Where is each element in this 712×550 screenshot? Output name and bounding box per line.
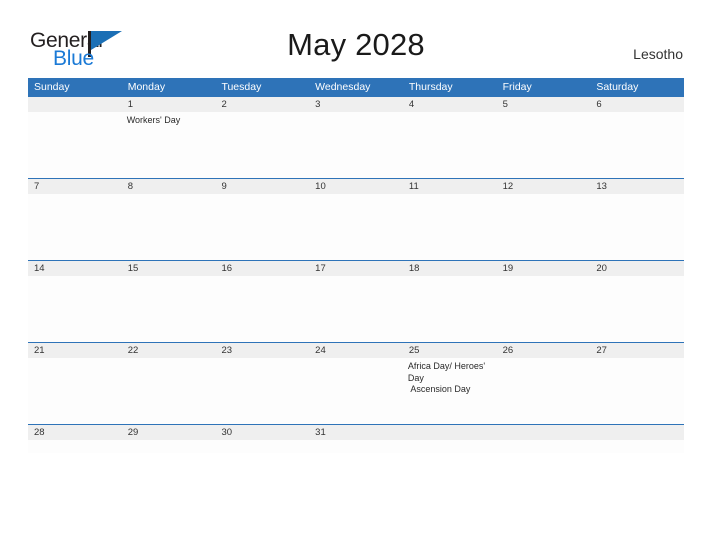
day-number: 10 <box>309 179 403 194</box>
country-label: Lesotho <box>633 46 683 62</box>
calendar-day-cell[interactable]: 21 <box>28 343 122 424</box>
day-number: 29 <box>121 425 216 440</box>
page-header: General Blue May 2028 Lesotho <box>0 0 712 78</box>
calendar-empty-cell <box>28 97 122 178</box>
page-title: May 2028 <box>287 27 425 62</box>
weekday-header-thursday: Thursday <box>408 81 453 93</box>
day-number: 7 <box>28 179 122 194</box>
day-number: 24 <box>309 343 403 358</box>
day-number: 22 <box>121 343 216 358</box>
calendar-day-cell[interactable]: 18 <box>402 261 497 342</box>
calendar-day-cell[interactable]: 5 <box>496 97 591 178</box>
weekday-header-tuesday: Tuesday <box>221 81 262 93</box>
calendar-week-cells: 14 15 16 17 18 19 20 <box>28 261 685 342</box>
day-number: 5 <box>496 97 591 112</box>
weekday-header-sunday: Sunday <box>34 81 70 93</box>
day-number: 4 <box>402 97 497 112</box>
calendar-day-cell[interactable]: 7 <box>28 179 122 260</box>
calendar-week-row: 14 15 16 17 18 19 20 <box>28 260 685 342</box>
calendar-grid: Sunday Monday Tuesday Wednesday Thursday Frid… <box>28 78 685 453</box>
calendar-day-cell[interactable]: 9 <box>215 179 310 260</box>
calendar-day-cell[interactable]: 17 <box>309 261 403 342</box>
calendar-week-row: 28 29 30 31 <box>28 424 685 453</box>
day-number <box>28 97 122 112</box>
calendar-day-cell[interactable]: 13 <box>590 179 685 260</box>
calendar-week-cells: 7 8 9 10 11 12 13 <box>28 179 685 260</box>
calendar-day-cell[interactable]: 24 <box>309 343 403 424</box>
calendar-day-cell[interactable]: 2 <box>215 97 310 178</box>
day-number: 1 <box>121 97 216 112</box>
calendar-day-cell[interactable]: 15 <box>121 261 216 342</box>
calendar-day-cell[interactable]: 25 Africa Day/ Heroes' Day Ascension Day <box>402 343 497 424</box>
calendar-week-cells: 21 22 23 24 25 Africa Day/ Heroes' Day Ascens… <box>28 343 685 424</box>
day-number: 12 <box>496 179 591 194</box>
calendar-day-cell[interactable]: 12 <box>496 179 591 260</box>
calendar-day-cell[interactable]: 22 <box>121 343 216 424</box>
calendar-day-cell[interactable]: 16 <box>215 261 310 342</box>
calendar-day-cell[interactable]: 23 <box>215 343 310 424</box>
day-number: 15 <box>121 261 216 276</box>
calendar-empty-cell <box>496 425 591 453</box>
holiday-event: Workers' Day <box>126 115 181 125</box>
calendar-day-cell[interactable]: 30 <box>215 425 310 453</box>
calendar-day-cell[interactable]: 29 <box>121 425 216 453</box>
day-number: 21 <box>28 343 122 358</box>
weekday-header-saturday: Saturday <box>596 81 639 93</box>
day-events: Africa Day/ Heroes' Day Ascension Day <box>403 358 497 396</box>
calendar-week-cells: 28 29 30 31 <box>28 425 685 453</box>
day-number: 11 <box>402 179 497 194</box>
calendar-day-cell[interactable]: 31 <box>309 425 403 453</box>
day-number: 16 <box>215 261 310 276</box>
calendar-week-row: 7 8 9 10 11 12 13 <box>28 178 685 260</box>
calendar-week-cells: 1 Workers' Day 2 3 4 5 6 <box>28 97 685 178</box>
calendar-weeks: 1 Workers' Day 2 3 4 5 6 7 8 9 10 11 12 13 14 15 16 17 18 1… <box>28 97 685 453</box>
day-number: 20 <box>590 261 685 276</box>
holiday-event: Africa Day/ Heroes' Day <box>407 361 488 383</box>
day-number: 18 <box>402 261 497 276</box>
day-number: 9 <box>215 179 310 194</box>
day-number: 17 <box>309 261 403 276</box>
day-number: 13 <box>590 179 685 194</box>
weekday-header-friday: Friday <box>502 81 532 93</box>
weekday-header-monday: Monday <box>127 81 166 93</box>
calendar-day-cell[interactable]: 11 <box>402 179 497 260</box>
calendar-day-cell[interactable]: 8 <box>121 179 216 260</box>
calendar-day-cell[interactable]: 6 <box>590 97 685 178</box>
day-number: 8 <box>121 179 216 194</box>
calendar-day-cell[interactable]: 19 <box>496 261 591 342</box>
calendar-page: General Blue May 2028 Lesotho Sunday Mond… <box>0 0 712 550</box>
calendar-day-cell[interactable]: 4 <box>402 97 497 178</box>
weekday-header-wednesday: Wednesday <box>315 81 371 93</box>
day-number <box>590 425 685 440</box>
day-events: Workers' Day <box>122 112 216 127</box>
day-number: 14 <box>28 261 122 276</box>
day-number: 31 <box>309 425 403 440</box>
weekday-header-row: Sunday Monday Tuesday Wednesday Thursday Frid… <box>28 78 684 97</box>
day-number <box>402 425 497 440</box>
day-number: 19 <box>496 261 591 276</box>
day-number: 2 <box>215 97 310 112</box>
calendar-day-cell[interactable]: 28 <box>28 425 122 453</box>
calendar-week-row: 21 22 23 24 25 Africa Day/ Heroes' Day Ascens… <box>28 342 685 424</box>
calendar-empty-cell <box>402 425 497 453</box>
day-number: 27 <box>590 343 685 358</box>
calendar-week-row: 1 Workers' Day 2 3 4 5 6 <box>28 97 685 178</box>
day-number: 30 <box>215 425 310 440</box>
day-number: 28 <box>28 425 122 440</box>
day-number: 26 <box>496 343 591 358</box>
holiday-event: Ascension Day <box>407 384 471 394</box>
calendar-empty-cell <box>590 425 685 453</box>
calendar-day-cell[interactable]: 20 <box>590 261 685 342</box>
calendar-day-cell[interactable]: 14 <box>28 261 122 342</box>
calendar-day-cell[interactable]: 10 <box>309 179 403 260</box>
day-number: 25 <box>402 343 497 358</box>
day-number: 23 <box>215 343 310 358</box>
day-number <box>496 425 591 440</box>
day-number: 3 <box>309 97 403 112</box>
calendar-day-cell[interactable]: 27 <box>590 343 685 424</box>
calendar-day-cell[interactable]: 1 Workers' Day <box>121 97 216 178</box>
calendar-day-cell[interactable]: 3 <box>309 97 403 178</box>
day-number: 6 <box>590 97 685 112</box>
calendar-day-cell[interactable]: 26 <box>496 343 591 424</box>
